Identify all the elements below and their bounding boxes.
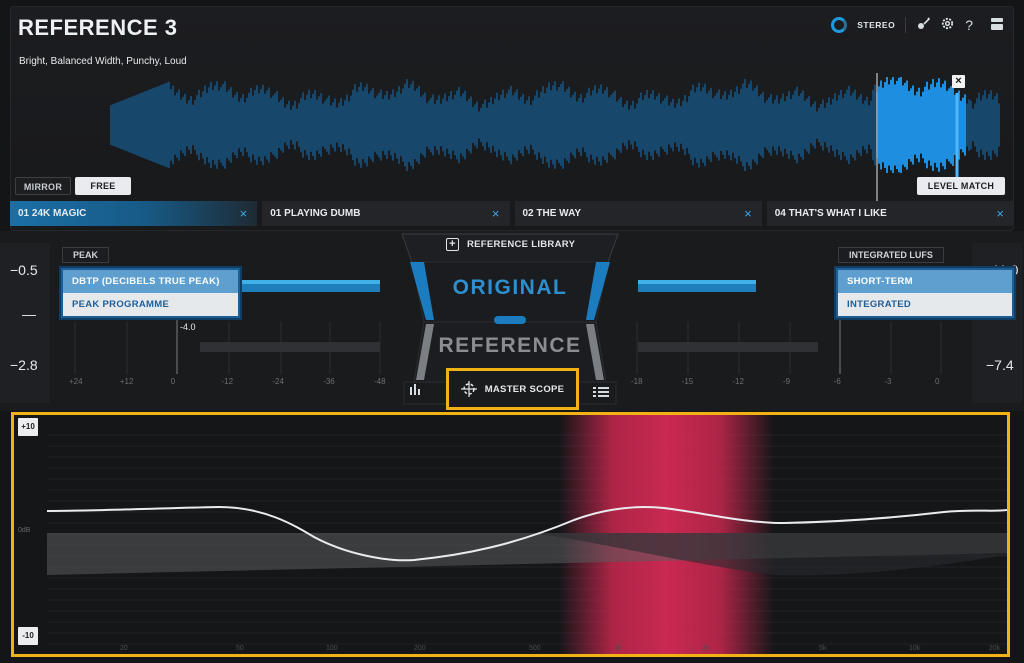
frequency-tick: 5k xyxy=(819,645,827,652)
guitar-icon[interactable] xyxy=(916,16,931,33)
meter-scale-tick: +12 xyxy=(119,377,134,386)
list-icon[interactable] xyxy=(593,384,609,402)
right-meter-secondary-value: −7.4 xyxy=(986,357,1014,373)
db-max-label: +10 xyxy=(18,418,38,436)
bars-icon[interactable] xyxy=(409,382,423,400)
track-tags: Bright, Balanced Width, Punchy, Loud xyxy=(19,56,187,67)
frequency-tick: 1k xyxy=(614,645,622,652)
track-tab[interactable]: 02 THE WAY × xyxy=(514,201,762,226)
window-icon[interactable] xyxy=(991,17,1003,32)
mirror-button[interactable]: MIRROR xyxy=(15,177,71,195)
plus-icon: + xyxy=(446,238,459,251)
meter-scale-tick: -36 xyxy=(323,377,335,386)
track-tab[interactable]: 01 PLAYING DUMB × xyxy=(262,201,510,226)
meter-scale-tick: +24 xyxy=(69,377,83,386)
meter-scale-tick: 0 xyxy=(935,377,940,386)
frequency-tick: 20k xyxy=(989,645,1001,652)
close-loop-button[interactable]: × xyxy=(952,75,965,88)
remove-track-icon[interactable]: × xyxy=(996,206,1004,221)
meter-scale-tick: -9 xyxy=(783,377,791,386)
track-name: 04 THAT'S WHAT I LIKE xyxy=(774,208,887,219)
original-toggle[interactable]: ORIGINAL xyxy=(432,276,588,300)
track-tab[interactable]: 04 THAT'S WHAT I LIKE × xyxy=(766,201,1014,226)
peak-label[interactable]: PEAK xyxy=(62,247,110,263)
meter-scale-tick: -12 xyxy=(732,377,744,386)
free-button[interactable]: FREE xyxy=(75,177,131,195)
track-tabs: 01 24K MAGIC × 01 PLAYING DUMB × 02 THE … xyxy=(10,201,1014,226)
master-scope-button[interactable]: MASTER SCOPE xyxy=(446,368,579,410)
track-name: 02 THE WAY xyxy=(522,208,582,219)
track-name: 01 24K MAGIC xyxy=(18,208,87,219)
meter-scale-tick: -12 xyxy=(221,377,234,386)
eq-scope-graphic xyxy=(46,415,1007,654)
frequency-tick: 20 xyxy=(120,645,128,652)
waveform-graphic xyxy=(110,73,1000,201)
reference-library-label: REFERENCE LIBRARY xyxy=(467,239,576,250)
db-min-label: -10 xyxy=(18,627,38,645)
eq-scope[interactable]: +10 -10 0dB 20 50 100 200 500 1k 2k 5k 10k 20k xyxy=(11,412,1010,657)
track-tab[interactable]: 01 24K MAGIC × xyxy=(10,201,258,226)
help-icon[interactable]: ? xyxy=(965,18,973,32)
reference-library-button[interactable]: + REFERENCE LIBRARY xyxy=(446,238,575,251)
frequency-tick: 200 xyxy=(414,645,426,652)
track-panel: REFERENCE 3 Bright, Balanced Width, Punc… xyxy=(10,6,1014,231)
track-name: 01 PLAYING DUMB xyxy=(270,208,361,219)
remove-track-icon[interactable]: × xyxy=(492,206,500,221)
left-meter-divider: — xyxy=(22,306,36,322)
dropdown-option[interactable]: DBTP (DECIBELS TRUE PEAK) xyxy=(63,270,238,293)
frequency-tick: 100 xyxy=(326,645,338,652)
toolbar-divider xyxy=(905,16,907,33)
dropdown-option[interactable]: INTEGRATED xyxy=(838,293,1012,316)
reference-toggle[interactable]: REFERENCE xyxy=(432,334,588,358)
meter-scale-tick: -24 xyxy=(272,377,284,386)
lufs-mode-dropdown[interactable]: SHORT-TERM INTEGRATED xyxy=(836,268,1014,318)
top-toolbar: STEREO ? xyxy=(831,16,1003,33)
app-title: REFERENCE 3 xyxy=(18,15,178,40)
dropdown-option[interactable]: PEAK PROGRAMME xyxy=(63,293,238,316)
dropdown-option[interactable]: SHORT-TERM xyxy=(838,270,1012,293)
master-scope-label: MASTER SCOPE xyxy=(484,383,565,395)
zero-db-label: 0dB xyxy=(18,527,31,534)
meter-scale-tick: -48 xyxy=(374,377,386,386)
waveform-display[interactable] xyxy=(11,73,1015,203)
remove-track-icon[interactable]: × xyxy=(240,206,248,221)
meter-scale-tick: -6 xyxy=(833,377,841,386)
stereo-icon[interactable] xyxy=(831,16,848,33)
frequency-tick: 500 xyxy=(529,645,541,652)
frequency-tick: 10k xyxy=(909,645,921,652)
meter-scale-tick: -3 xyxy=(884,377,892,386)
lufs-label[interactable]: INTEGRATED LUFS xyxy=(838,247,944,263)
frequency-tick: 2k xyxy=(702,645,710,652)
level-match-button[interactable]: LEVEL MATCH xyxy=(917,177,1005,195)
remove-track-icon[interactable]: × xyxy=(744,206,752,221)
frequency-tick: 50 xyxy=(236,645,244,652)
scope-icon xyxy=(460,381,477,397)
left-meter-value: −0.5 xyxy=(10,262,38,278)
left-meter-secondary-value: −2.8 xyxy=(10,357,38,373)
gear-icon[interactable] xyxy=(940,16,955,33)
meter-scale-tick: -15 xyxy=(681,377,694,386)
peak-mode-dropdown[interactable]: DBTP (DECIBELS TRUE PEAK) PEAK PROGRAMME xyxy=(61,268,240,318)
stereo-label[interactable]: STEREO xyxy=(857,20,895,30)
meter-scale-tick: -18 xyxy=(631,377,643,386)
meter-scale-tick: 0 xyxy=(170,377,176,386)
peak-marker-value: -4.0 xyxy=(180,322,196,332)
